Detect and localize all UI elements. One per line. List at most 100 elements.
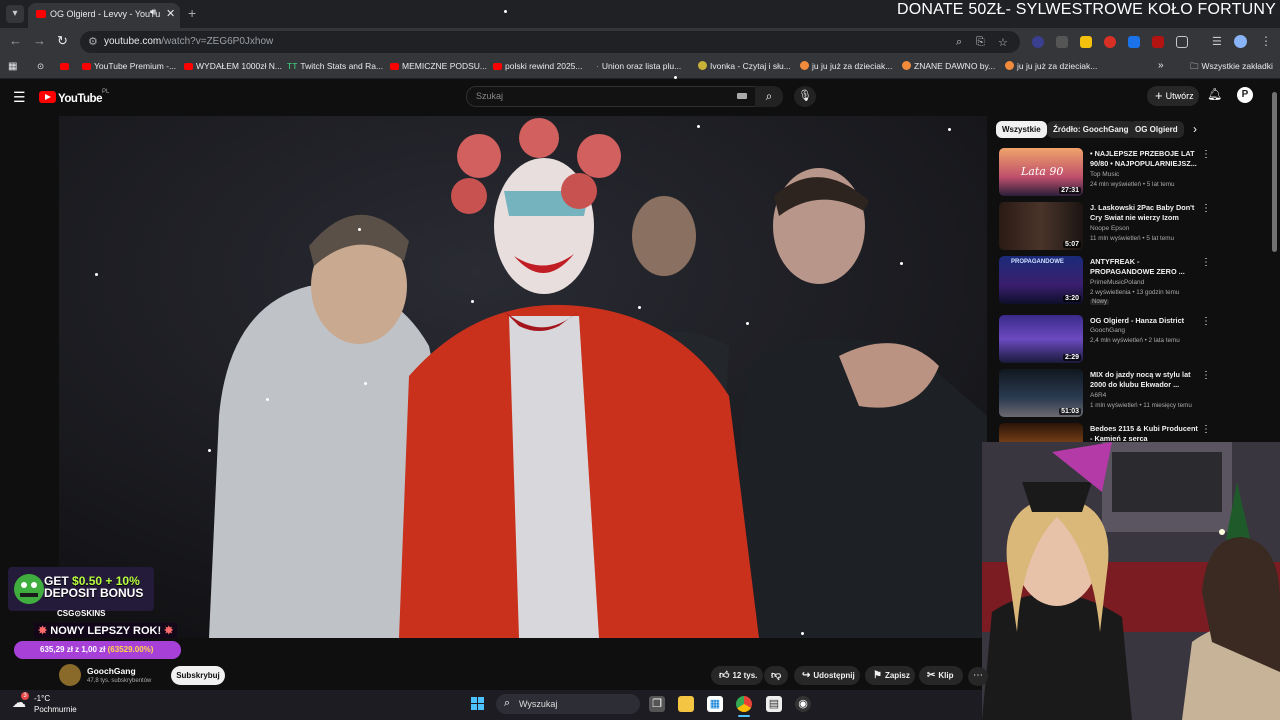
- reload-icon[interactable]: ↻: [57, 33, 68, 49]
- address-bar[interactable]: ⚙ youtube.com/watch?v=ZEG6P0Jxhow ⌕ ⎘ ☆: [80, 31, 1020, 53]
- store-icon[interactable]: ▦: [707, 696, 723, 712]
- youtube-logo[interactable]: YouTubePL: [39, 89, 109, 107]
- bookmark-item[interactable]: YouTube Premium -...: [82, 61, 176, 71]
- apps-grid-icon[interactable]: ▦: [8, 61, 17, 72]
- share-arrow-icon: ↪: [802, 670, 811, 681]
- recommendation-item[interactable]: 5:07 J. Laskowski 2Pac Baby Don't Cry Sw…: [996, 202, 1216, 254]
- search-input[interactable]: Szukaj: [466, 86, 756, 107]
- more-options-icon[interactable]: ⋮: [1201, 370, 1211, 381]
- share-button[interactable]: ↪ Udostępnij: [794, 666, 860, 685]
- voice-search-button[interactable]: 🎙︎: [794, 86, 816, 107]
- weather-temperature[interactable]: -1°C: [34, 694, 50, 703]
- snowflake-decoration: [266, 398, 269, 401]
- snowflake-decoration: [948, 128, 951, 131]
- extension-icon[interactable]: [1128, 36, 1140, 48]
- forward-arrow-icon[interactable]: →: [33, 33, 46, 48]
- taskbar-search-input[interactable]: ⌕ Wyszukaj: [496, 694, 640, 714]
- weather-condition[interactable]: Pochmurnie: [34, 705, 77, 714]
- tab-search-button[interactable]: ▾: [6, 5, 24, 23]
- more-options-icon[interactable]: ⋮: [1201, 149, 1211, 160]
- bookmark-item[interactable]: TT Twitch Stats and Ra...: [287, 61, 383, 71]
- more-options-icon[interactable]: ⋮: [1201, 316, 1211, 327]
- youtube-favicon-icon: [184, 63, 193, 70]
- more-actions-icon[interactable]: ⋯: [968, 667, 988, 686]
- site-favicon-icon: [902, 61, 911, 70]
- bookmark-item[interactable]: Ivonka - Czytaj i słu...: [698, 61, 791, 71]
- recommendation-item[interactable]: 51:03 MIX do jazdy nocą w stylu lat 2000…: [996, 369, 1216, 421]
- extension-icon[interactable]: [1152, 36, 1164, 48]
- site-info-icon[interactable]: ⚙: [88, 35, 98, 48]
- keyboard-icon[interactable]: [737, 93, 747, 99]
- more-options-icon[interactable]: ⋮: [1201, 203, 1211, 214]
- notifications-bell-icon[interactable]: 🔔︎: [1207, 87, 1222, 101]
- file-explorer-icon[interactable]: [678, 696, 694, 712]
- subscribe-button[interactable]: Subskrybuj: [171, 666, 225, 685]
- snowflake-decoration: [364, 382, 367, 385]
- twitch-tracker-icon: TT: [287, 61, 298, 71]
- back-arrow-icon[interactable]: ←: [9, 33, 22, 48]
- zoom-icon[interactable]: ⌕: [956, 36, 962, 49]
- bookmark-item[interactable]: ZNANE DAWNO by...: [902, 61, 995, 71]
- channel-name[interactable]: GoochGang: [87, 666, 136, 676]
- recommendation-channel: Top Music: [1090, 171, 1120, 178]
- extension-icon[interactable]: [1080, 36, 1092, 48]
- bookmark-item[interactable]: · Union oraz lista plu...: [596, 61, 681, 71]
- search-button[interactable]: ⌕: [755, 86, 783, 107]
- bookmark-item[interactable]: polski rewind 2025...: [493, 61, 583, 71]
- channel-avatar[interactable]: [59, 664, 81, 686]
- bookmarks-overflow-chevron-icon[interactable]: »: [1158, 60, 1164, 71]
- account-avatar[interactable]: P: [1237, 87, 1253, 103]
- bookmark-item[interactable]: ju ju już za dzieciak...: [800, 61, 892, 71]
- extensions-puzzle-icon[interactable]: [1176, 36, 1188, 48]
- recommendation-item[interactable]: 2:29 OG Olgierd - Hanza District GoochGa…: [996, 315, 1216, 367]
- chrome-icon[interactable]: [736, 696, 752, 712]
- save-button[interactable]: ⚑ Zapisz: [865, 666, 915, 685]
- profile-avatar-icon[interactable]: [1234, 35, 1247, 48]
- bookmark-item[interactable]: MEMICZNE PODSU...: [390, 61, 487, 71]
- streamer-webcam: [982, 442, 1280, 720]
- snowflake-decoration: [208, 449, 211, 452]
- video-duration: 51:03: [1059, 408, 1081, 415]
- dislike-button[interactable]: 👎︎: [764, 666, 788, 685]
- new-tab-button[interactable]: +: [188, 5, 196, 21]
- notepad-icon[interactable]: ▤: [766, 696, 782, 712]
- bookmark-label: YouTube Premium -...: [94, 61, 177, 71]
- webcam-frame: [982, 442, 1280, 720]
- extension-icon[interactable]: [1104, 36, 1116, 48]
- video-player[interactable]: [59, 116, 987, 638]
- recommendation-item[interactable]: Bedoes 2115 & Kubi Producent - Kamień z …: [996, 423, 1216, 442]
- recommendation-item[interactable]: Lata 90 27:31 • NAJLEPSZE PRZEBOJE LAT 9…: [996, 148, 1216, 200]
- extension-icon[interactable]: [1032, 36, 1044, 48]
- goal-percent: (63529.00%): [107, 645, 154, 654]
- close-tab-icon[interactable]: ✕: [166, 7, 175, 20]
- more-options-icon[interactable]: ⋮: [1201, 424, 1211, 435]
- all-bookmarks-folder[interactable]: 🗀 Wszystkie zakładki: [1190, 61, 1273, 75]
- page-scrollbar[interactable]: [1272, 92, 1277, 252]
- recommendation-item[interactable]: PROPAGANDOWE 3:20 ANTYFREAK - PROPAGANDO…: [996, 256, 1216, 308]
- browser-menu-icon[interactable]: ⋮: [1260, 34, 1272, 48]
- obs-icon[interactable]: ◉: [795, 696, 811, 712]
- create-button[interactable]: + Utwórz: [1147, 86, 1199, 106]
- reading-list-icon[interactable]: ☰: [1212, 35, 1222, 48]
- bookmark-star-icon[interactable]: ☆: [998, 36, 1008, 49]
- cast-icon[interactable]: ⎘: [976, 36, 985, 49]
- chip-source[interactable]: Źródło: GoochGang: [1047, 121, 1135, 138]
- bookmark-item[interactable]: WYDAŁEM 1000zł N...: [184, 61, 282, 71]
- bookmark-youtube[interactable]: [60, 61, 72, 71]
- chevron-right-icon[interactable]: ›: [1193, 122, 1197, 136]
- extension-icon[interactable]: [1056, 36, 1068, 48]
- bookmark-item[interactable]: ju ju już za dzieciak...: [1005, 61, 1097, 71]
- windows-start-icon[interactable]: [471, 697, 485, 711]
- audio-playing-icon[interactable]: 🔊︎: [150, 7, 156, 18]
- bookmark-icon-only[interactable]: ⊙: [37, 61, 44, 72]
- chip-all[interactable]: Wszystkie: [996, 121, 1047, 138]
- chip-channel[interactable]: OG Olgierd: [1129, 121, 1184, 138]
- guide-menu-icon[interactable]: ☰: [13, 89, 26, 106]
- more-options-icon[interactable]: ⋮: [1201, 257, 1211, 268]
- browser-tab-active[interactable]: OG Olgierd - Levvy - YouTu 🔊︎ ✕: [28, 3, 180, 28]
- clip-button[interactable]: ✂ Klip: [919, 666, 963, 685]
- snowflake-decoration: [638, 306, 641, 309]
- like-button[interactable]: 👍︎ 12 tys.: [711, 666, 763, 685]
- task-view-icon[interactable]: ❐: [649, 696, 665, 712]
- recommendation-meta: 11 mln wyświetleń • 5 lat temu: [1090, 235, 1174, 242]
